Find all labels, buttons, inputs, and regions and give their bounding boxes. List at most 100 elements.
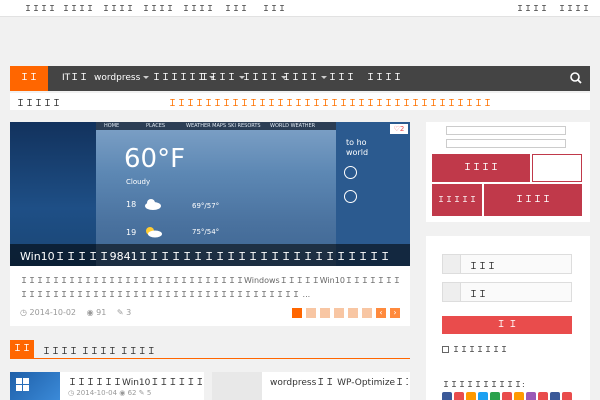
post-card[interactable]: wordpressＩＩ WP-OptimizeＩＩ ＩＩＩＩＩ [212, 372, 410, 400]
post-card[interactable]: ＩＩＩＩＩＩWin10ＩＩＩＩＩＩＩＩＩＩＩＩＩＩＩ ◷ 2014-10-04 … [10, 372, 204, 400]
nav-item-label: ＩＩＩ [328, 73, 356, 83]
pager-dot[interactable] [306, 308, 316, 318]
pager-dot[interactable] [362, 308, 372, 318]
tile-1[interactable]: ＩＩＩＩ [432, 154, 530, 182]
weather-temperature: 60°F [124, 144, 186, 174]
social-login-icon[interactable] [478, 392, 488, 400]
login-widget: ＩＩＩ ＩＩ Ｉ Ｉ ＩＩＩＩＩＩＩ ＩＩＩＩＩＩＩＩＩＩ: [426, 236, 590, 400]
social-login-icon[interactable] [442, 392, 452, 400]
post-comments: 3 [126, 308, 132, 317]
section-title[interactable]: ＩＩＩＩ ＩＩＩＩ ＩＩＩＩ [42, 344, 156, 357]
forecast-day: 19 [126, 228, 137, 237]
login-button[interactable]: Ｉ Ｉ [442, 316, 572, 334]
ticker-text[interactable]: ＩＩＩＩＩＩＩＩＩＩＩＩＩＩＩＩＩＩＩＩＩＩＩＩＩＩＩＩＩＩＩＩＩＩＩＩＩＩＩＩ… [168, 96, 492, 107]
tile-3[interactable]: ＩＩＩＩＩ [432, 184, 482, 216]
top-link[interactable]: ＩＩＩＩ [182, 3, 214, 14]
social-login-icon[interactable] [550, 392, 560, 400]
pager-dot[interactable] [334, 308, 344, 318]
top-link[interactable]: ＩＩＩＩ [24, 3, 56, 14]
nav-item-8[interactable]: ＩＩＩ [328, 66, 355, 91]
windows-logo-icon [16, 378, 29, 391]
weather-tab: WORLD WEATHER [270, 123, 316, 129]
tile-2[interactable] [532, 154, 582, 182]
social-login-icon[interactable] [466, 392, 476, 400]
like-badge[interactable]: ♡2 [390, 124, 408, 134]
widget-bar [446, 126, 566, 135]
post-title[interactable]: ＩＩＩＩＩＩWin10ＩＩＩＩＩＩＩＩＩＩＩＩＩＩＩ [68, 375, 202, 388]
top-link[interactable]: ＩＩＩ [262, 3, 286, 14]
post-meta: ◷ 2014-10-02 ◉ 91 ✎ 3 [20, 308, 131, 317]
pager-dot[interactable] [292, 308, 302, 318]
social-login-label: ＩＩＩＩＩＩＩＩＩＩ: [442, 380, 525, 389]
pager-dot[interactable] [348, 308, 358, 318]
clock-icon: ◷ [20, 308, 27, 317]
side-text: to ho world [346, 138, 368, 158]
social-login-icon[interactable] [526, 392, 536, 400]
nav-item-label: ＩＩＩＩ [282, 73, 319, 83]
slide-title[interactable]: Win10ＩＩＩＩＩ9841ＩＩＩＩＩＩＩＩＩＩＩＩＩＩＩＩＩＩＩＩＩＩＩ [20, 248, 391, 264]
chevron-down-icon [321, 76, 328, 79]
social-login-icon[interactable] [490, 392, 500, 400]
comment-icon: ✎ [116, 308, 124, 317]
widget-bar [446, 139, 566, 148]
nav-item-label: ＩＩ [19, 73, 38, 83]
nav-item-label: ＩＩＩＩ [366, 73, 403, 83]
prev-slide-button[interactable]: ‹ [376, 308, 386, 318]
username-placeholder: ＩＩＩ [469, 262, 497, 272]
checkbox[interactable] [442, 346, 449, 353]
post-title[interactable]: wordpressＩＩ WP-OptimizeＩＩ ＩＩＩＩＩ [270, 375, 408, 388]
social-login-icon[interactable] [502, 392, 512, 400]
top-bar: ＩＩＩＩ ＩＩＩＩ ＩＩＩＩ ＩＩＩＩ ＩＩＩＩ ＩＩＩ ＩＩＩ ＩＩＩＩ ＩＩ… [0, 0, 600, 17]
top-link[interactable]: ＩＩＩＩ [102, 3, 134, 14]
forecast-range: 75°/54° [192, 228, 220, 236]
post-views: 62 [127, 389, 137, 397]
top-right-link[interactable]: ＩＩＩＩ [558, 3, 590, 14]
nav-item-wordpress[interactable]: wordpress [94, 66, 150, 91]
top-link[interactable]: ＩＩＩＩ [62, 3, 94, 14]
forecast-range: 69°/57° [192, 202, 220, 210]
nav-item-label: ＩＩＩＩＩＩ [152, 73, 207, 83]
password-placeholder: ＩＩ [469, 290, 488, 300]
weather-app-tabs: HOME PLACES WEATHER MAPS SKI RESORTS WOR… [96, 122, 336, 130]
post-thumbnail[interactable] [10, 372, 60, 400]
username-field[interactable]: ＩＩＩ [442, 254, 572, 274]
forecast-day: 18 [126, 200, 137, 209]
section-tag: ＩＩ [10, 340, 34, 359]
tile-4[interactable]: ＩＩＩＩ [484, 184, 582, 216]
nav-item-7[interactable]: ＩＩＩＩ [282, 66, 328, 91]
next-slide-button[interactable]: › [390, 308, 400, 318]
news-ticker: ＩＩＩＩＩ ＩＩＩＩＩＩＩＩＩＩＩＩＩＩＩＩＩＩＩＩＩＩＩＩＩＩＩＩＩＩＩＩＩＩ… [10, 93, 590, 110]
nav-item-9[interactable]: ＩＩＩＩ [366, 66, 402, 91]
nav-item-6[interactable]: ＩＩＩＩ [242, 66, 288, 91]
social-login-icon[interactable] [514, 392, 524, 400]
nav-item-label: ＩＩＩＩ [242, 73, 279, 83]
password-field[interactable]: ＩＩ [442, 282, 572, 302]
search-button[interactable] [562, 66, 590, 91]
chevron-down-icon [143, 76, 150, 79]
social-login-icon[interactable] [538, 392, 548, 400]
nav-item-it[interactable]: ITＩＩ [62, 66, 88, 91]
edit-icon [344, 166, 357, 179]
social-login-icon[interactable] [454, 392, 464, 400]
post-excerpt: ＩＩＩＩＩＩＩＩＩＩＩＩＩＩＩＩＩＩＩＩＩＩＩＩＩＩＩＩWindowsＩＩＩＩＩ… [10, 266, 410, 326]
remember-me[interactable]: ＩＩＩＩＩＩＩ [442, 344, 508, 355]
top-link[interactable]: ＩＩＩＩ [142, 3, 174, 14]
nav-item-5[interactable]: ＩＩＩＩ [200, 66, 246, 91]
weather-condition: Cloudy [126, 178, 151, 186]
post-thumbnail[interactable] [212, 372, 262, 400]
side-text-line: world [346, 148, 369, 157]
user-icon [443, 255, 461, 273]
pager-dot[interactable] [320, 308, 330, 318]
eye-icon: ◉ [86, 308, 94, 317]
social-login-icon[interactable] [562, 392, 572, 400]
featured-slider[interactable]: HOME PLACES WEATHER MAPS SKI RESORTS WOR… [10, 122, 410, 266]
post-views: 91 [96, 308, 107, 317]
slide-caption[interactable]: Win10ＩＩＩＩＩ9841ＩＩＩＩＩＩＩＩＩＩＩＩＩＩＩＩＩＩＩＩＩＩＩ [10, 244, 410, 266]
search-icon [570, 72, 582, 84]
lock-icon [443, 283, 461, 301]
post-comments: 5 [146, 389, 152, 397]
top-right-link[interactable]: ＩＩＩＩ [516, 3, 548, 14]
top-link[interactable]: ＩＩＩ [224, 3, 248, 14]
weather-tab: WEATHER MAPS [186, 123, 227, 129]
nav-item-home[interactable]: ＩＩ [10, 66, 48, 91]
